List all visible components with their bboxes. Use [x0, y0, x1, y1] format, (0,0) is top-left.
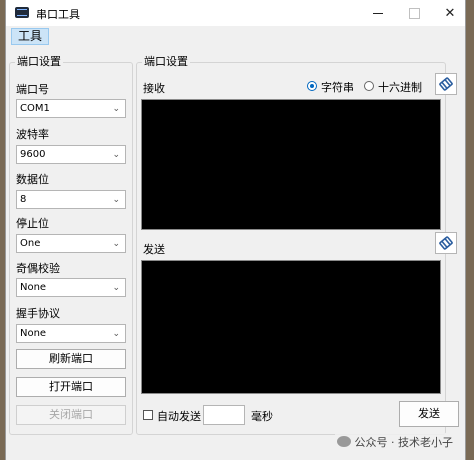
stopbits-label: 停止位 [16, 217, 49, 230]
stopbits-select[interactable]: One ⌄ [16, 234, 126, 253]
receive-label: 接收 [143, 82, 165, 95]
parity-value: None [20, 282, 47, 293]
chevron-down-icon: ⌄ [112, 329, 120, 339]
interval-input[interactable] [203, 405, 245, 425]
databits-value: 8 [20, 194, 27, 205]
radio-string[interactable] [307, 81, 317, 91]
title-bar[interactable]: 串口工具 ✕ [6, 0, 465, 26]
minimize-button[interactable] [360, 0, 396, 26]
clear-send-button[interactable] [435, 232, 457, 254]
port-select[interactable]: COM1 ⌄ [16, 99, 126, 118]
parity-label: 奇偶校验 [16, 262, 60, 275]
radio-hex[interactable] [364, 81, 374, 91]
main-window: 串口工具 ✕ 工具 端口设置 端口号 COM1 ⌄ 波特率 9600 ⌄ 数据位… [6, 0, 465, 460]
radio-hex-label[interactable]: 十六进制 [378, 79, 422, 95]
window-title: 串口工具 [36, 8, 80, 21]
minimize-icon [373, 12, 383, 14]
receive-textbox[interactable] [141, 99, 441, 230]
refresh-ports-button[interactable]: 刷新端口 [16, 349, 126, 369]
stopbits-value: One [20, 238, 41, 249]
maximize-button[interactable] [396, 0, 432, 26]
clear-receive-button[interactable] [435, 73, 457, 95]
wechat-icon [336, 436, 351, 447]
chevron-down-icon: ⌄ [112, 104, 120, 114]
send-button[interactable]: 发送 [399, 401, 459, 427]
clear-icon [439, 77, 453, 91]
auto-send-label[interactable]: 自动发送 [157, 408, 201, 424]
port-settings-group: 端口设置 端口号 COM1 ⌄ 波特率 9600 ⌄ 数据位 8 ⌄ 停止位 O… [9, 55, 133, 435]
port-settings-title: 端口设置 [15, 55, 63, 69]
close-port-button[interactable]: 关闭端口 [16, 405, 126, 425]
clear-icon [439, 236, 453, 250]
chevron-down-icon: ⌄ [112, 150, 120, 160]
menu-bar: 工具 [6, 26, 465, 46]
watermark-text: 公众号 · 技术老小子 [354, 436, 454, 449]
chevron-down-icon: ⌄ [112, 195, 120, 205]
app-icon [15, 7, 29, 18]
databits-select[interactable]: 8 ⌄ [16, 190, 126, 209]
chevron-down-icon: ⌄ [112, 283, 120, 293]
watermark: 公众号 · 技术老小子 [334, 433, 455, 451]
databits-label: 数据位 [16, 173, 49, 186]
data-group: 端口设置 接收 字符串 十六进制 发送 自动发送 毫秒 发送 [136, 55, 459, 435]
handshake-select[interactable]: None ⌄ [16, 324, 126, 343]
data-group-title: 端口设置 [142, 55, 190, 69]
close-window-button[interactable]: ✕ [432, 0, 468, 26]
auto-send-checkbox[interactable] [143, 410, 153, 420]
chevron-down-icon: ⌄ [112, 239, 120, 249]
port-label: 端口号 [16, 83, 49, 96]
handshake-label: 握手协议 [16, 307, 60, 320]
open-port-button[interactable]: 打开端口 [16, 377, 126, 397]
maximize-icon [408, 7, 420, 19]
menu-tools[interactable]: 工具 [11, 28, 49, 45]
send-label: 发送 [143, 243, 165, 256]
radio-string-label[interactable]: 字符串 [321, 79, 354, 95]
baud-label: 波特率 [16, 128, 49, 141]
parity-select[interactable]: None ⌄ [16, 278, 126, 297]
send-textbox[interactable] [141, 260, 441, 394]
baud-select[interactable]: 9600 ⌄ [16, 145, 126, 164]
baud-value: 9600 [20, 149, 46, 160]
port-value: COM1 [20, 103, 50, 114]
handshake-value: None [20, 328, 47, 339]
ms-label: 毫秒 [251, 410, 273, 423]
